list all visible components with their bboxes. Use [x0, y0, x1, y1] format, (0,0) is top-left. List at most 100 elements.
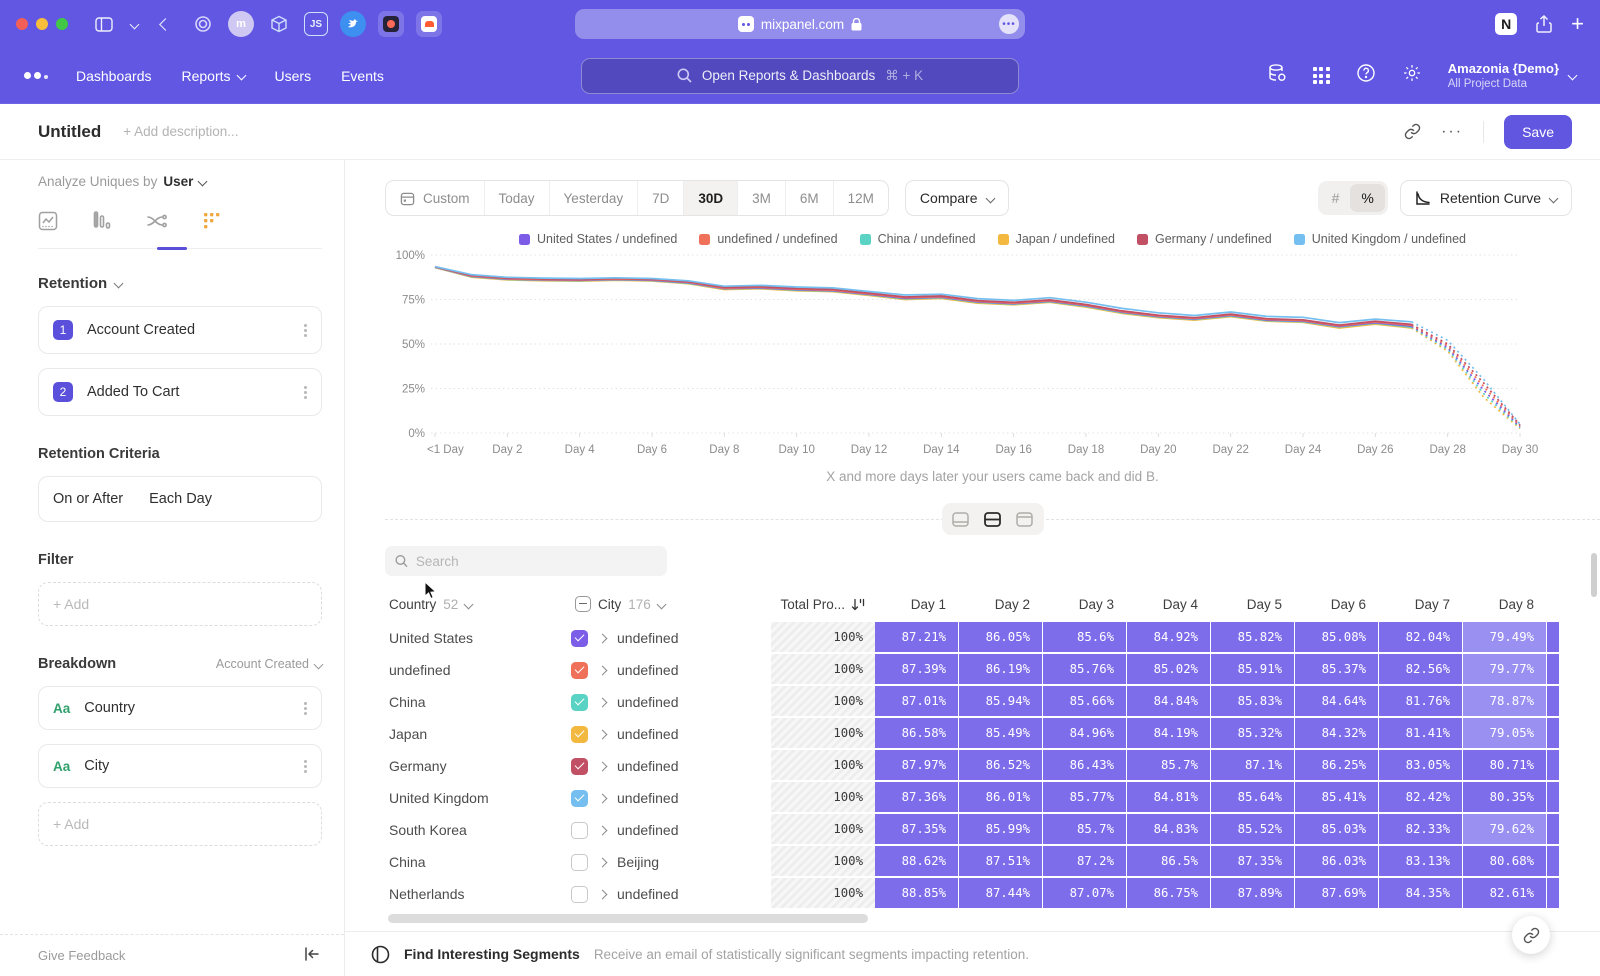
extension-icon-m[interactable]: m — [228, 11, 254, 37]
retention-value-cell[interactable]: 79.49% — [1463, 622, 1547, 654]
retention-value-cell[interactable]: 84.32% — [1295, 718, 1379, 750]
table-row[interactable]: Netherlandsundefined100%88.85%87.44%87.0… — [385, 878, 1570, 910]
analyze-uniques-value[interactable]: User — [163, 174, 193, 189]
retention-section-title[interactable]: Retention — [38, 275, 107, 292]
retention-value-cell[interactable]: 85.94% — [959, 686, 1043, 718]
settings-gear-icon[interactable] — [1402, 63, 1422, 88]
window-controls[interactable] — [16, 18, 68, 30]
legend-item[interactable]: United States / undefined — [519, 232, 677, 246]
table-search-input[interactable] — [416, 554, 657, 569]
day-column-header[interactable]: Day 7 — [1379, 597, 1463, 612]
event-step-card-1[interactable]: 1 Account Created — [38, 306, 322, 354]
retention-value-cell[interactable]: 87.35% — [1211, 846, 1295, 878]
mixpanel-logo[interactable] — [24, 72, 48, 79]
retention-value-cell[interactable]: 86.52% — [959, 750, 1043, 782]
retention-value-cell[interactable]: 81.41% — [1379, 718, 1463, 750]
retention-value-cell[interactable]: 87.89% — [1211, 878, 1295, 910]
retention-value-cell[interactable]: 87.39% — [875, 654, 959, 686]
extension-icon-cube[interactable] — [266, 11, 292, 37]
count-toggle[interactable]: # — [1321, 184, 1351, 212]
extension-icon-bird[interactable] — [340, 11, 366, 37]
retention-value-cell[interactable]: 84.96% — [1043, 718, 1127, 750]
table-row[interactable]: United Kingdomundefined100%87.36%86.01%8… — [385, 782, 1570, 814]
tab-funnels[interactable] — [92, 211, 112, 236]
day-column-header[interactable]: Day 2 — [959, 597, 1043, 612]
tab-chevron-icon[interactable] — [131, 21, 138, 28]
retention-value-cell[interactable]: 86.03% — [1295, 846, 1379, 878]
retention-value-cell[interactable]: 85.64% — [1211, 782, 1295, 814]
share-icon[interactable] — [1536, 15, 1552, 33]
breakdown-card-country[interactable]: Aa Country — [38, 686, 322, 730]
collapse-sidebar-icon[interactable] — [304, 947, 320, 965]
event-step-card-2[interactable]: 2 Added To Cart — [38, 368, 322, 416]
retention-value-cell[interactable]: 85.91% — [1211, 654, 1295, 686]
tab-flows[interactable] — [146, 211, 168, 236]
legend-item[interactable]: United Kingdom / undefined — [1294, 232, 1466, 246]
retention-value-cell[interactable]: 87.44% — [959, 878, 1043, 910]
retention-value-cell[interactable]: 85.32% — [1211, 718, 1295, 750]
table-row[interactable]: Japanundefined100%86.58%85.49%84.96%84.1… — [385, 718, 1570, 750]
retention-value-cell[interactable]: 84.92% — [1127, 622, 1211, 654]
date-range-today[interactable]: Today — [485, 181, 550, 215]
url-options-icon[interactable]: ••• — [999, 14, 1019, 34]
day-column-header[interactable]: Day 4 — [1127, 597, 1211, 612]
retention-value-cell[interactable]: 80.35% — [1463, 782, 1547, 814]
table-row[interactable]: undefinedundefined100%87.39%86.19%85.76%… — [385, 654, 1570, 686]
expand-row-icon[interactable] — [598, 729, 608, 739]
retention-value-cell[interactable]: 80.68% — [1463, 846, 1547, 878]
expand-row-icon[interactable] — [598, 889, 608, 899]
retention-value-cell[interactable]: 84.84% — [1127, 686, 1211, 718]
select-all-checkbox[interactable] — [575, 596, 591, 612]
expand-row-icon[interactable] — [598, 857, 608, 867]
retention-value-cell[interactable]: 85.6% — [1043, 622, 1127, 654]
share-link-fab[interactable] — [1512, 916, 1550, 954]
retention-value-cell[interactable]: 87.35% — [875, 814, 959, 846]
retention-value-cell[interactable]: 85.7% — [1043, 814, 1127, 846]
retention-chart[interactable]: 0%25%50%75%100%<1 DayDay 2Day 4Day 6Day … — [385, 248, 1600, 465]
address-bar[interactable]: mixpanel.com ••• — [575, 9, 1025, 39]
help-icon[interactable] — [1356, 63, 1376, 88]
expand-row-icon[interactable] — [598, 665, 608, 675]
sidebar-toggle-icon[interactable] — [95, 17, 113, 32]
row-checkbox[interactable] — [571, 790, 588, 807]
retention-value-cell[interactable]: 86.75% — [1127, 878, 1211, 910]
retention-value-cell[interactable]: 87.2% — [1043, 846, 1127, 878]
date-range-6m[interactable]: 6M — [786, 181, 834, 215]
retention-value-cell[interactable]: 85.03% — [1295, 814, 1379, 846]
expand-row-icon[interactable] — [598, 793, 608, 803]
retention-value-cell[interactable]: 85.37% — [1295, 654, 1379, 686]
row-checkbox[interactable] — [571, 886, 588, 903]
retention-value-cell[interactable]: 86.5% — [1127, 846, 1211, 878]
day-column-header[interactable]: Day 5 — [1211, 597, 1295, 612]
extension-icon-js[interactable]: JS — [304, 12, 328, 36]
table-row[interactable]: South Koreaundefined100%87.35%85.99%85.7… — [385, 814, 1570, 846]
retention-value-cell[interactable]: 84.19% — [1127, 718, 1211, 750]
retention-value-cell[interactable]: 84.35% — [1379, 878, 1463, 910]
tab-insights[interactable] — [38, 211, 58, 236]
save-button[interactable]: Save — [1504, 115, 1572, 149]
retention-value-cell[interactable]: 86.25% — [1295, 750, 1379, 782]
retention-value-cell[interactable]: 81.76% — [1379, 686, 1463, 718]
segments-title[interactable]: Find Interesting Segments — [404, 946, 580, 962]
zoom-window-button[interactable] — [56, 18, 68, 30]
retention-value-cell[interactable]: 88.85% — [875, 878, 959, 910]
row-checkbox[interactable] — [571, 822, 588, 839]
retention-value-cell[interactable]: 87.69% — [1295, 878, 1379, 910]
table-row[interactable]: ChinaBeijing100%88.62%87.51%87.2%86.5%87… — [385, 846, 1570, 878]
breakdown-options-icon[interactable] — [304, 765, 307, 768]
back-button[interactable] — [161, 20, 170, 29]
retention-value-cell[interactable]: 85.77% — [1043, 782, 1127, 814]
retention-value-cell[interactable]: 79.77% — [1463, 654, 1547, 686]
retention-value-cell[interactable]: 87.07% — [1043, 878, 1127, 910]
expand-row-icon[interactable] — [598, 825, 608, 835]
retention-value-cell[interactable]: 85.82% — [1211, 622, 1295, 654]
chart-only-view-icon[interactable] — [947, 507, 975, 531]
retention-value-cell[interactable]: 85.41% — [1295, 782, 1379, 814]
retention-value-cell[interactable]: 82.56% — [1379, 654, 1463, 686]
table-row[interactable]: United Statesundefined100%87.21%86.05%85… — [385, 622, 1570, 654]
city-column-header[interactable]: City 176 — [571, 596, 771, 612]
retention-value-cell[interactable]: 86.05% — [959, 622, 1043, 654]
retention-value-cell[interactable]: 80.71% — [1463, 750, 1547, 782]
day-column-header[interactable]: Day 8 — [1463, 597, 1547, 612]
retention-value-cell[interactable]: 82.61% — [1463, 878, 1547, 910]
